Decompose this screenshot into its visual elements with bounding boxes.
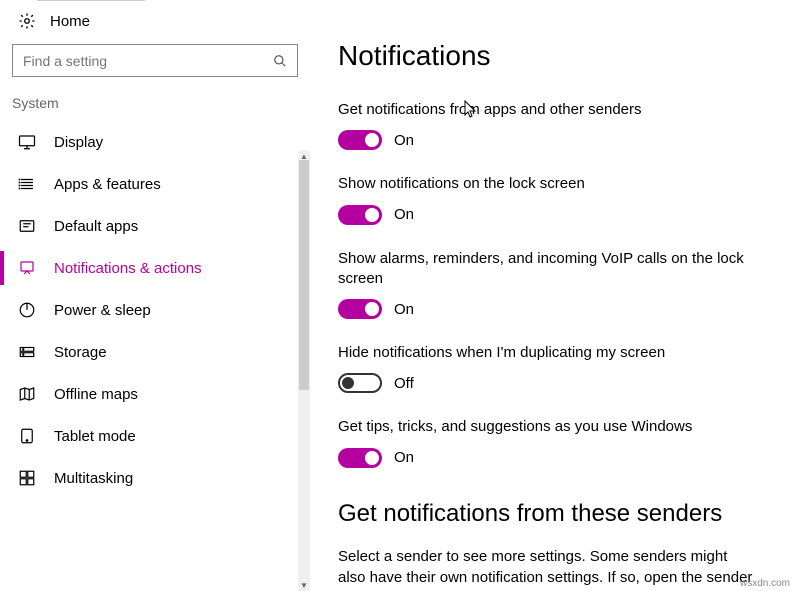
sidebar-item-label: Power & sleep xyxy=(54,302,151,319)
setting-get-notifications: Get notifications from apps and other se… xyxy=(338,100,768,150)
setting-label: Get tips, tricks, and suggestions as you… xyxy=(338,417,758,437)
toggle-state: Off xyxy=(394,375,414,392)
storage-icon xyxy=(18,343,36,361)
setting-alarms-reminders: Show alarms, reminders, and incoming VoI… xyxy=(338,249,768,320)
sidebar-item-label: Tablet mode xyxy=(54,428,136,445)
section-title: Get notifications from these senders xyxy=(338,500,768,528)
sidebar-item-multitasking[interactable]: Multitasking xyxy=(0,457,310,499)
toggle-state: On xyxy=(394,449,414,466)
setting-label: Hide notifications when I'm duplicating … xyxy=(338,343,758,363)
gear-icon xyxy=(18,12,36,30)
home-label: Home xyxy=(50,13,90,30)
sidebar-item-offline-maps[interactable]: Offline maps xyxy=(0,373,310,415)
toggle-state: On xyxy=(394,206,414,223)
default-apps-icon xyxy=(18,217,36,235)
sidebar-item-default-apps[interactable]: Default apps xyxy=(0,205,310,247)
toggle-state: On xyxy=(394,301,414,318)
sidebar-item-power-sleep[interactable]: Power & sleep xyxy=(0,289,310,331)
main-content: Notifications Get notifications from app… xyxy=(310,0,796,591)
sidebar-item-storage[interactable]: Storage xyxy=(0,331,310,373)
sidebar-item-label: Storage xyxy=(54,344,107,361)
toggle-lock-screen[interactable] xyxy=(338,205,382,225)
multitasking-icon xyxy=(18,469,36,487)
maps-icon xyxy=(18,385,36,403)
sidebar-item-apps-features[interactable]: Apps & features xyxy=(0,163,310,205)
sidebar: Home System Display Apps & features xyxy=(0,0,310,591)
apps-icon xyxy=(18,175,36,193)
sidebar-item-label: Apps & features xyxy=(54,176,161,193)
toggle-get-notifications[interactable] xyxy=(338,130,382,150)
setting-hide-duplicating: Hide notifications when I'm duplicating … xyxy=(338,343,768,393)
sidebar-item-label: Notifications & actions xyxy=(54,260,202,277)
sidebar-item-label: Offline maps xyxy=(54,386,138,403)
sidebar-item-label: Default apps xyxy=(54,218,138,235)
search-input[interactable] xyxy=(12,44,298,77)
search-icon xyxy=(273,54,287,68)
group-label: System xyxy=(0,95,310,121)
search-field[interactable] xyxy=(23,53,273,69)
toggle-tips-tricks[interactable] xyxy=(338,448,382,468)
scroll-down-icon[interactable]: ▼ xyxy=(298,579,310,591)
setting-lock-screen: Show notifications on the lock screen On xyxy=(338,174,768,224)
setting-label: Get notifications from apps and other se… xyxy=(338,100,758,120)
setting-label: Show notifications on the lock screen xyxy=(338,174,758,194)
toggle-hide-duplicating[interactable] xyxy=(338,373,382,393)
home-button[interactable]: Home xyxy=(0,4,310,44)
sidebar-item-label: Display xyxy=(54,134,103,151)
scroll-thumb[interactable] xyxy=(299,160,309,390)
sidebar-item-label: Multitasking xyxy=(54,470,133,487)
toggle-state: On xyxy=(394,132,414,149)
display-icon xyxy=(18,133,36,151)
notifications-icon xyxy=(18,259,36,277)
toggle-alarms-reminders[interactable] xyxy=(338,299,382,319)
setting-label: Show alarms, reminders, and incoming VoI… xyxy=(338,249,758,290)
sidebar-item-display[interactable]: Display xyxy=(0,121,310,163)
sidebar-item-tablet-mode[interactable]: Tablet mode xyxy=(0,415,310,457)
power-icon xyxy=(18,301,36,319)
sidebar-scrollbar[interactable]: ▲ ▼ xyxy=(298,150,310,591)
tablet-icon xyxy=(18,427,36,445)
page-title: Notifications xyxy=(338,40,768,72)
section-description: Select a sender to see more settings. So… xyxy=(338,546,758,591)
sidebar-item-notifications-actions[interactable]: Notifications & actions xyxy=(0,247,310,289)
watermark: wsxdn.com xyxy=(740,578,790,589)
setting-tips-tricks: Get tips, tricks, and suggestions as you… xyxy=(338,417,768,467)
